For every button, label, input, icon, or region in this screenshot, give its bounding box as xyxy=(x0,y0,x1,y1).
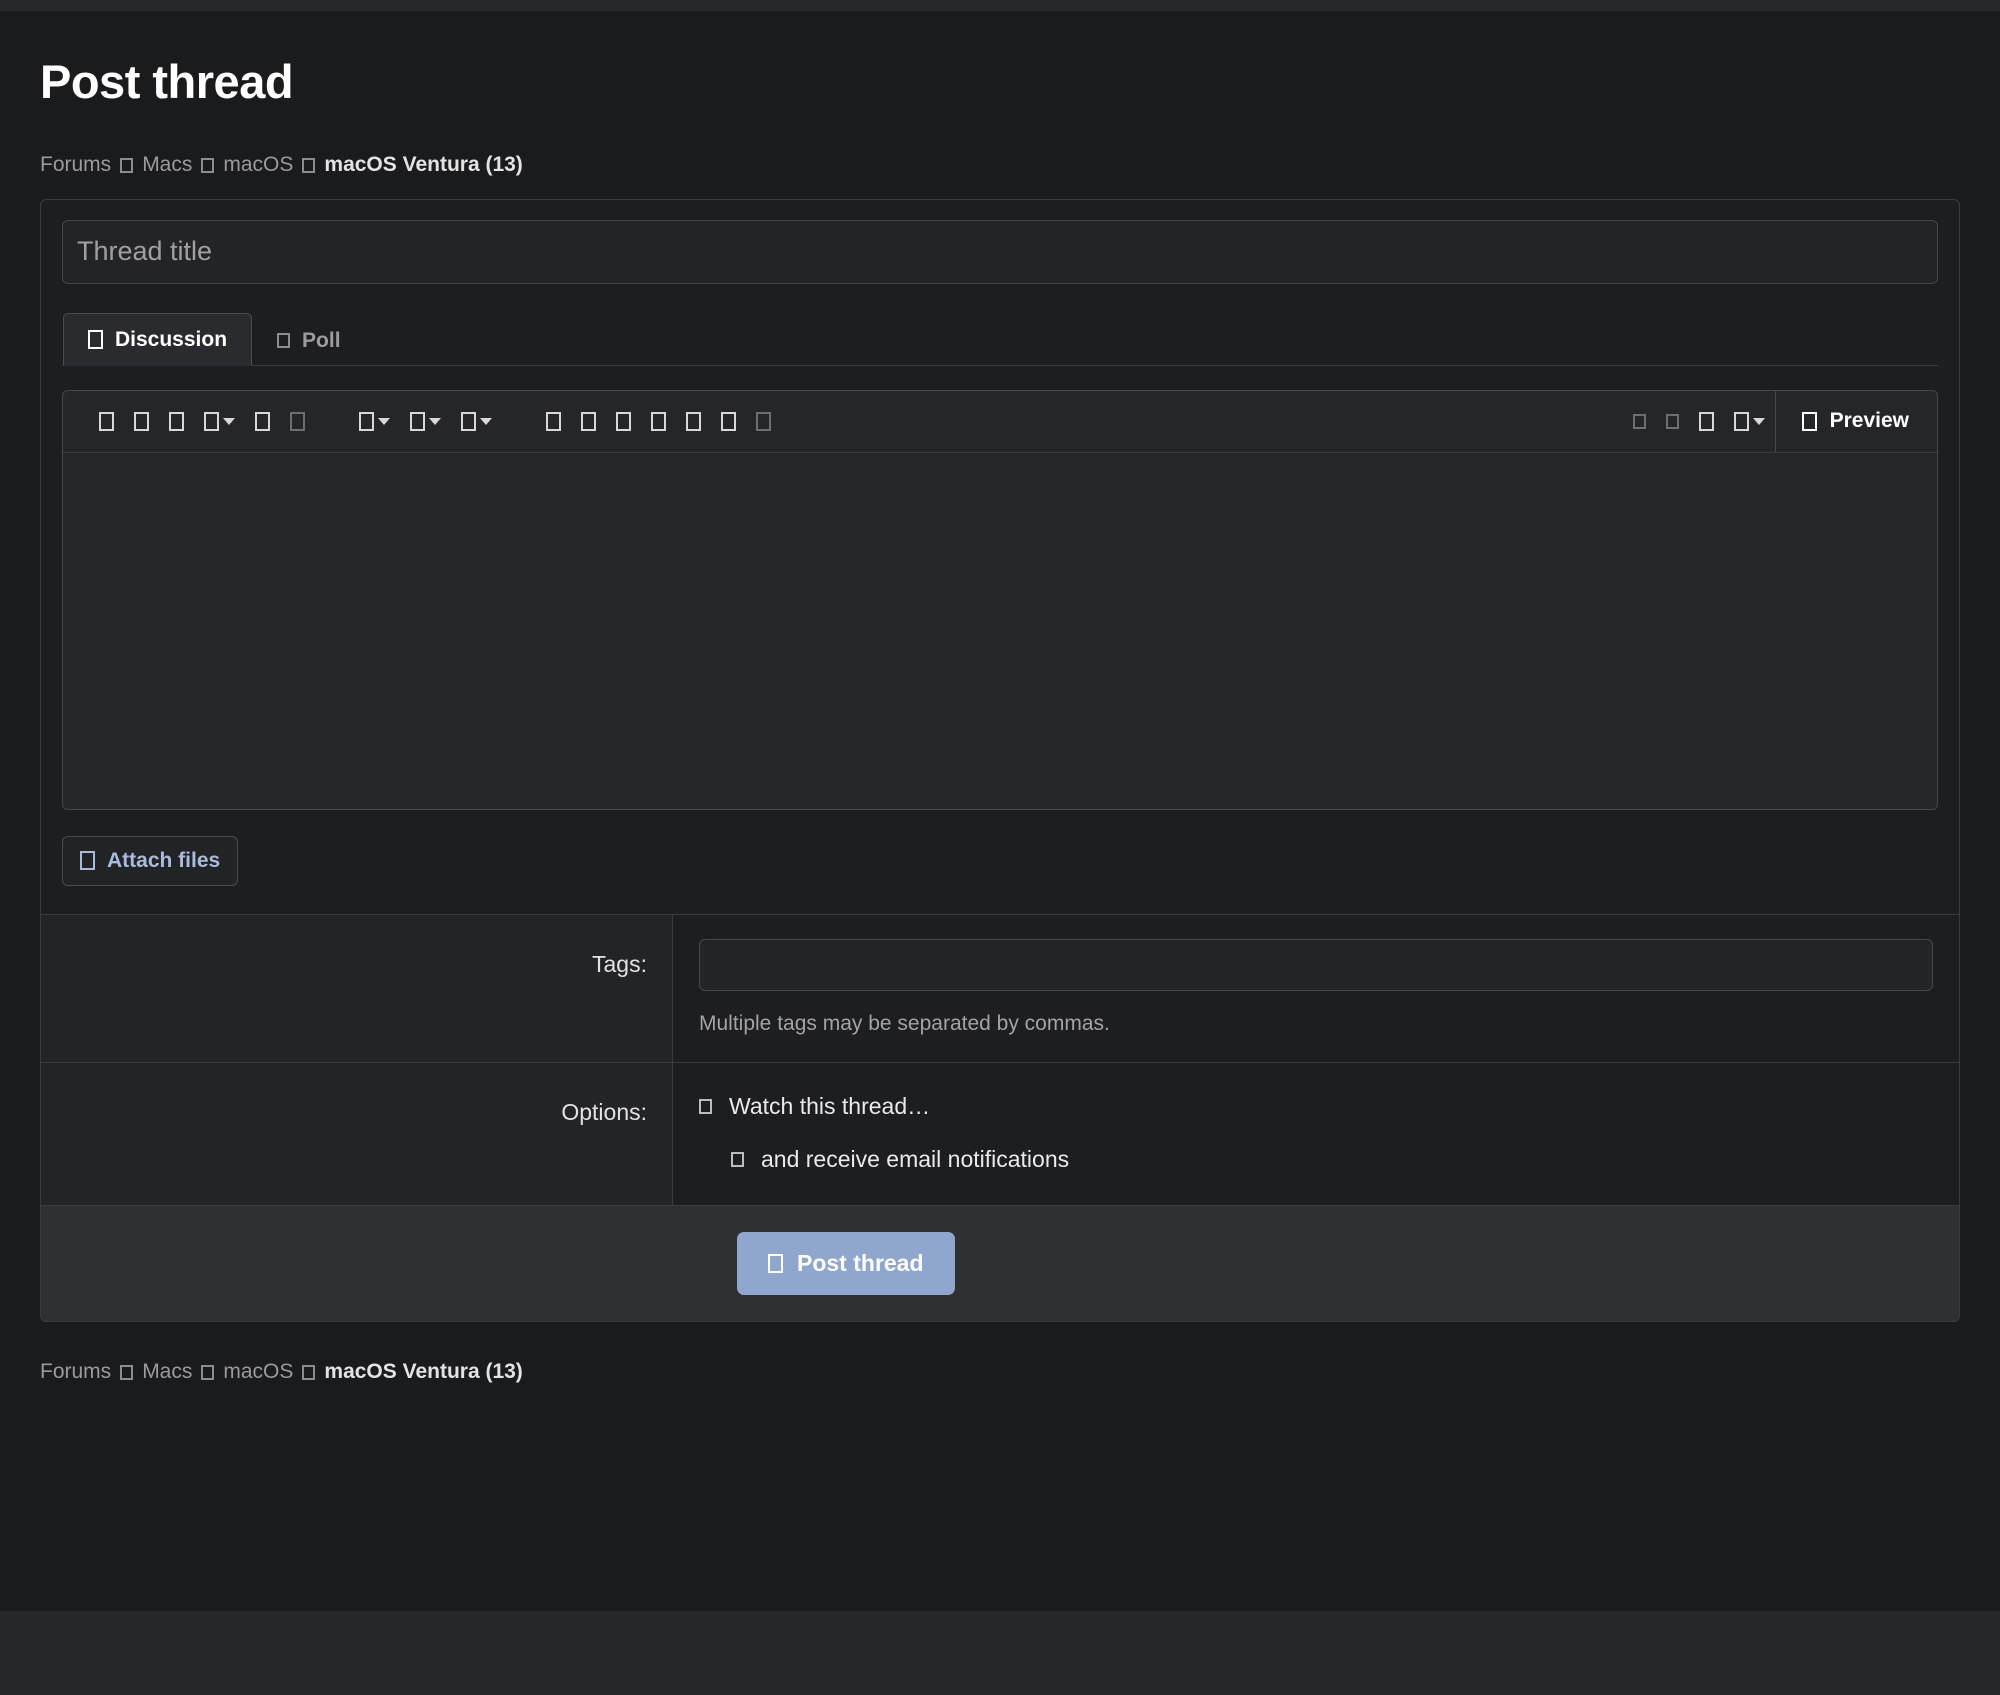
breadcrumb-bottom: Forums Macs macOS macOS Ventura (13) xyxy=(40,1322,1960,1384)
font-size-icon[interactable] xyxy=(245,406,280,437)
chevron-right-icon xyxy=(293,1361,324,1382)
footer-strip xyxy=(0,1611,2000,1695)
editor-toolbar-right: Preview xyxy=(1623,390,1937,453)
breadcrumb-item-macos[interactable]: macOS xyxy=(223,153,293,177)
poll-icon xyxy=(277,333,291,349)
checkbox-icon[interactable] xyxy=(731,1151,744,1167)
table-icon[interactable] xyxy=(711,406,746,437)
more-options-icon[interactable] xyxy=(1724,406,1775,437)
attach-files-label: Attach files xyxy=(107,848,221,872)
toolbar-group-insert xyxy=(536,406,781,437)
paperclip-icon xyxy=(80,851,95,871)
form-upper-section: Discussion Poll xyxy=(41,200,1959,914)
email-notifications-option[interactable]: and receive email notifications xyxy=(731,1140,1933,1179)
undo-icon[interactable] xyxy=(1623,408,1656,435)
chevron-right-icon xyxy=(111,154,142,175)
indent-icon[interactable] xyxy=(451,406,502,437)
post-thread-button-label: Post thread xyxy=(797,1249,924,1276)
breadcrumb-bottom-item-macs[interactable]: Macs xyxy=(142,1360,192,1384)
tags-row: Tags: Multiple tags may be separated by … xyxy=(41,914,1959,1062)
breadcrumb-bottom-item-macos-ventura[interactable]: macOS Ventura (13) xyxy=(324,1360,522,1384)
breadcrumb-bottom-item-macos[interactable]: macOS xyxy=(223,1360,293,1384)
tab-poll-label: Poll xyxy=(302,328,341,352)
email-notifications-label: and receive email notifications xyxy=(761,1145,1070,1172)
options-label: Options: xyxy=(41,1062,673,1205)
preview-button-label: Preview xyxy=(1829,409,1909,433)
media-icon[interactable] xyxy=(746,406,781,437)
top-header-strip xyxy=(0,0,2000,11)
underline-icon[interactable] xyxy=(159,406,194,437)
attach-files-button[interactable]: Attach files xyxy=(62,835,239,886)
form-fields: Tags: Multiple tags may be separated by … xyxy=(41,913,1959,1205)
text-color-icon[interactable] xyxy=(194,406,245,437)
breadcrumb-bottom-item-forums[interactable]: Forums xyxy=(40,1360,111,1384)
breadcrumb: Forums Macs macOS macOS Ventura (13) xyxy=(40,108,1960,177)
chevron-right-icon xyxy=(293,154,324,175)
tab-poll[interactable]: Poll xyxy=(252,314,366,366)
draft-icon[interactable] xyxy=(1689,406,1724,437)
horizontal-rule-icon[interactable] xyxy=(676,406,711,437)
thread-title-input[interactable] xyxy=(62,219,1938,284)
send-icon xyxy=(768,1253,783,1273)
eye-icon xyxy=(1801,411,1817,431)
preview-button[interactable]: Preview xyxy=(1774,390,1935,453)
text-align-icon[interactable] xyxy=(349,406,400,437)
watch-thread-label: Watch this thread… xyxy=(729,1092,931,1119)
checkbox-icon[interactable] xyxy=(699,1098,712,1114)
editor-toolbar-left xyxy=(63,391,1623,452)
breadcrumb-item-macs[interactable]: Macs xyxy=(142,153,192,177)
post-thread-button[interactable]: Post thread xyxy=(737,1231,955,1295)
options-field: Watch this thread… and receive email not… xyxy=(673,1062,1959,1205)
redo-icon[interactable] xyxy=(1656,408,1689,435)
toolbar-group-formatting xyxy=(89,406,315,437)
chevron-right-icon xyxy=(192,1361,223,1382)
comment-icon xyxy=(88,330,103,350)
bold-icon[interactable] xyxy=(89,406,124,437)
list-icon[interactable] xyxy=(400,406,451,437)
strikethrough-icon[interactable] xyxy=(280,406,315,437)
italic-icon[interactable] xyxy=(124,406,159,437)
editor-tabs: Discussion Poll xyxy=(62,312,1938,366)
watch-thread-option[interactable]: Watch this thread… xyxy=(699,1087,1933,1126)
chevron-right-icon xyxy=(111,1361,142,1382)
message-editor: Preview xyxy=(62,389,1938,810)
tags-input[interactable] xyxy=(699,938,1933,991)
tags-hint: Multiple tags may be separated by commas… xyxy=(699,1011,1110,1035)
form-actions: Post thread xyxy=(41,1204,1959,1321)
image-icon[interactable] xyxy=(571,406,606,437)
tags-field: Multiple tags may be separated by commas… xyxy=(673,914,1959,1062)
tab-discussion-label: Discussion xyxy=(115,327,228,351)
tab-discussion[interactable]: Discussion xyxy=(63,312,253,366)
post-thread-form: Discussion Poll xyxy=(40,198,1960,1322)
quote-icon[interactable] xyxy=(606,406,641,437)
message-editor-textarea[interactable] xyxy=(63,452,1937,809)
breadcrumb-item-forums[interactable]: Forums xyxy=(40,153,111,177)
tags-label: Tags: xyxy=(41,914,673,1062)
toolbar-group-paragraph xyxy=(349,406,502,437)
breadcrumb-item-macos-ventura[interactable]: macOS Ventura (13) xyxy=(324,153,522,177)
chevron-right-icon xyxy=(192,154,223,175)
options-row: Options: Watch this thread… and receive … xyxy=(41,1061,1959,1205)
page-body: Post thread Forums Macs macOS macOS Vent… xyxy=(0,11,2000,1611)
attach-files-row: Attach files xyxy=(62,810,1938,914)
link-icon[interactable] xyxy=(536,406,571,437)
page-title: Post thread xyxy=(40,55,294,108)
editor-toolbar: Preview xyxy=(63,390,1937,453)
code-icon[interactable] xyxy=(641,406,676,437)
